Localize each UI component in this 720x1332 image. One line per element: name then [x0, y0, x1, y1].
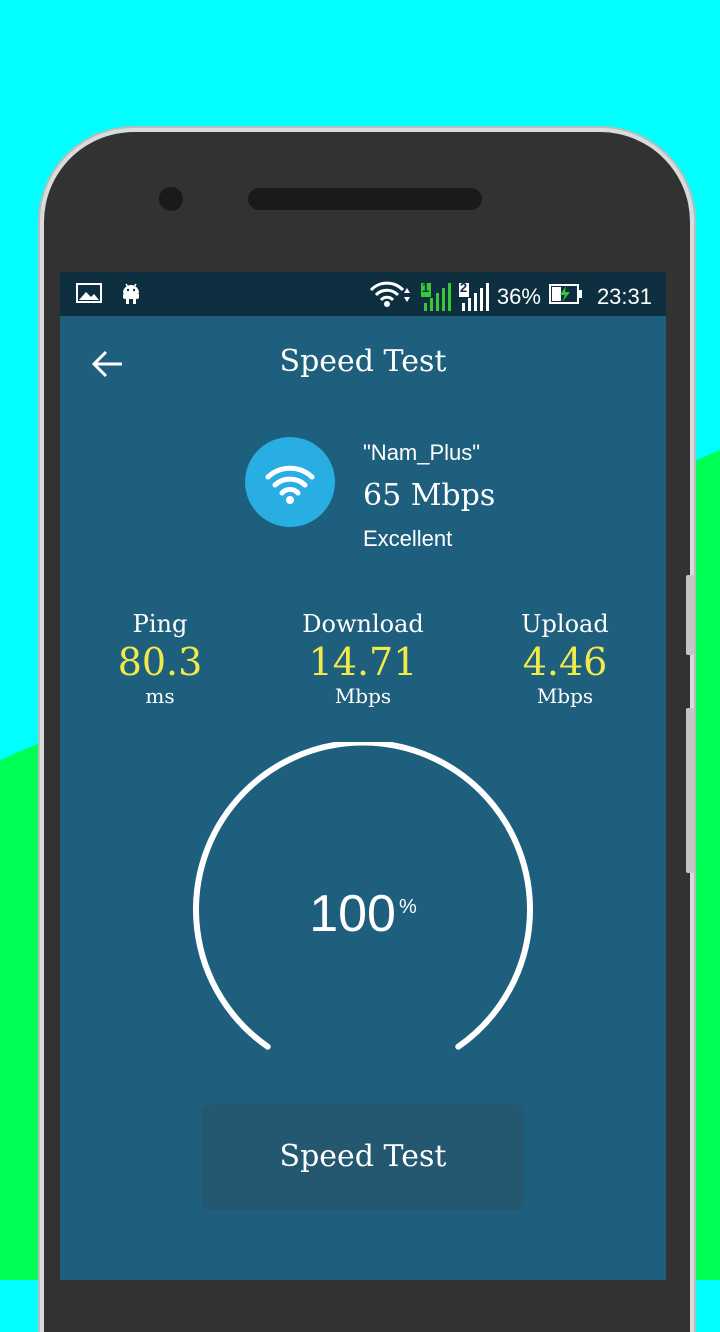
page-title: Speed Test: [279, 344, 447, 379]
network-speed: 65 Mbps: [363, 478, 496, 513]
download-value: 14.71: [308, 640, 418, 684]
gauge-unit: %: [398, 895, 417, 918]
ping-unit: ms: [145, 684, 175, 708]
sim2-signal-icon: 2: [458, 280, 489, 311]
status-bar: 1 2 36% 23:31: [60, 272, 666, 316]
upload-value: 4.46: [522, 640, 608, 684]
volume-button: [686, 575, 694, 655]
app-screen: 1 2 36% 23:31 Speed Test "Nam_Plus" 65 M…: [60, 272, 666, 1280]
network-name: "Nam_Plus": [363, 440, 481, 465]
upload-unit: Mbps: [536, 684, 594, 708]
speed-test-button[interactable]: Speed Test: [202, 1104, 524, 1210]
sim1-label: 1: [421, 280, 430, 295]
ping-label: Ping: [132, 610, 188, 638]
gauge-value: 100: [309, 885, 396, 943]
power-button: [686, 708, 694, 873]
gallery-icon: [76, 283, 102, 309]
wifi-icon: [265, 465, 315, 504]
earpiece-speaker: [248, 188, 482, 210]
download-label: Download: [302, 610, 424, 638]
sim2-label: 2: [459, 280, 468, 295]
android-icon: [120, 281, 142, 311]
gauge-readout: 100%: [60, 884, 666, 944]
wifi-icon: [369, 280, 413, 314]
battery-percent: 36%: [496, 284, 541, 309]
wifi-badge: [245, 437, 335, 527]
battery-charging-icon: [548, 284, 583, 310]
download-unit: Mbps: [334, 684, 392, 708]
ping-value: 80.3: [117, 640, 203, 684]
ping-metric: Ping 80.3 ms: [60, 610, 260, 708]
sim1-signal-icon: 1: [420, 280, 451, 311]
front-camera: [159, 187, 183, 211]
upload-label: Upload: [521, 610, 609, 638]
network-quality: Excellent: [363, 526, 453, 551]
upload-metric: Upload 4.46 Mbps: [465, 610, 665, 708]
clock: 23:31: [596, 284, 652, 309]
download-metric: Download 14.71 Mbps: [263, 610, 463, 708]
